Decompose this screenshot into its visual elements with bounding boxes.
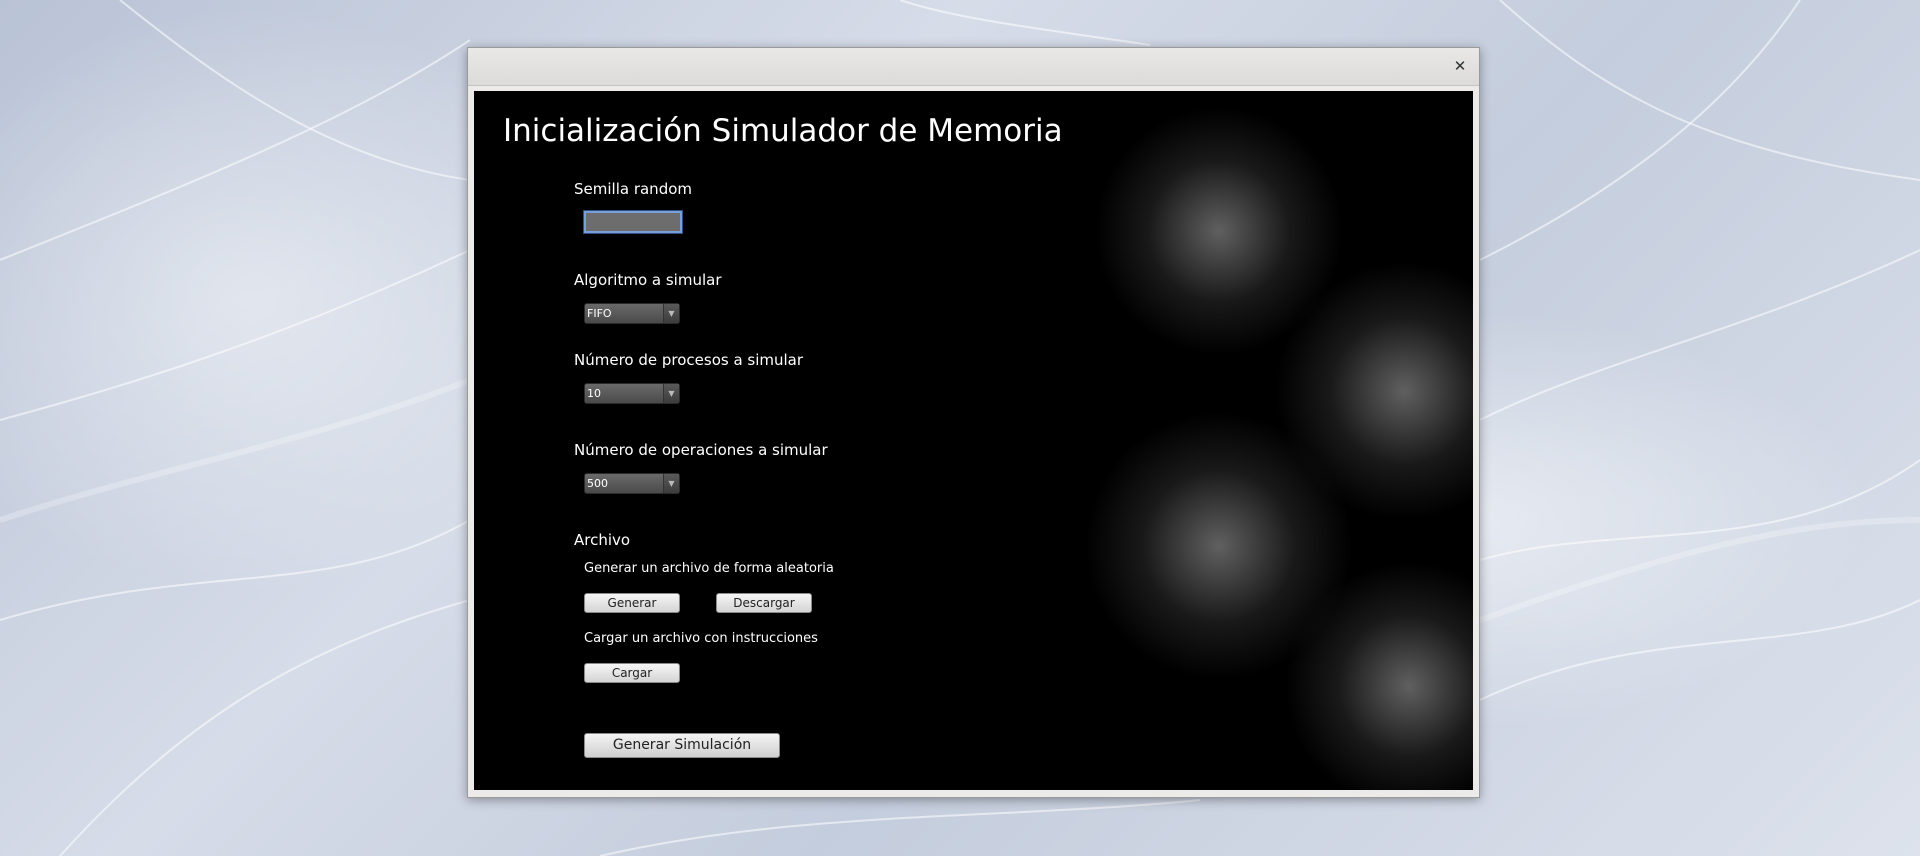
close-icon[interactable]: ✕ <box>1449 55 1471 77</box>
decorative-glow <box>1084 411 1354 681</box>
generate-simulation-button[interactable]: Generar Simulación <box>584 733 780 758</box>
seed-label: Semilla random <box>574 180 693 198</box>
download-button[interactable]: Descargar <box>716 593 812 613</box>
decorative-glow <box>1094 106 1344 356</box>
load-button[interactable]: Cargar <box>584 663 680 683</box>
chevron-down-icon: ▼ <box>663 384 679 403</box>
load-file-text: Cargar un archivo con instrucciones <box>584 631 818 646</box>
window-titlebar[interactable]: ✕ <box>468 48 1479 86</box>
algorithm-label: Algoritmo a simular <box>574 271 722 289</box>
decorative-glow <box>1274 261 1473 521</box>
processes-label: Número de procesos a simular <box>574 351 804 369</box>
algorithm-select[interactable]: FIFO ▼ <box>584 303 680 324</box>
app-window: ✕ Inicialización Simulador de Memoria Se… <box>467 47 1480 798</box>
generate-button[interactable]: Generar <box>584 593 680 613</box>
processes-select[interactable]: 10 ▼ <box>584 383 680 404</box>
chevron-down-icon: ▼ <box>663 304 679 323</box>
file-label: Archivo <box>574 531 631 549</box>
operations-label: Número de operaciones a simular <box>574 441 828 459</box>
processes-select-value: 10 <box>587 387 601 400</box>
seed-input[interactable] <box>583 210 683 234</box>
page-title: Inicialización Simulador de Memoria <box>503 113 1063 149</box>
generate-file-text: Generar un archivo de forma aleatoria <box>584 561 834 576</box>
operations-select-value: 500 <box>587 477 608 490</box>
content-panel: Inicialización Simulador de Memoria Semi… <box>474 91 1473 790</box>
operations-select[interactable]: 500 ▼ <box>584 473 680 494</box>
decorative-glow <box>1284 561 1473 790</box>
chevron-down-icon: ▼ <box>663 474 679 493</box>
algorithm-select-value: FIFO <box>587 307 612 320</box>
